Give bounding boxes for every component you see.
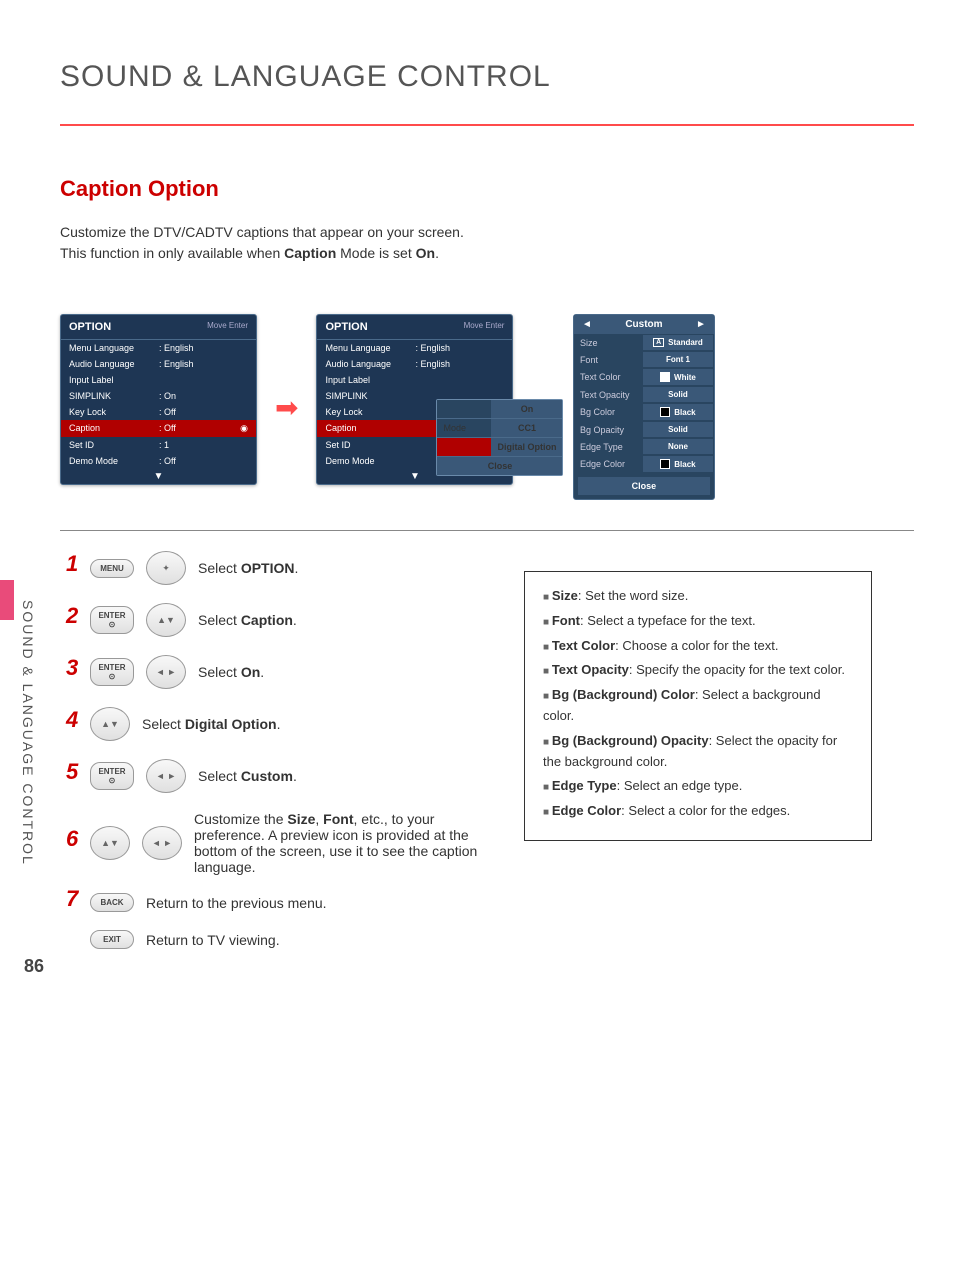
remote-button: ENTER⊙	[90, 762, 134, 790]
remote-button: ENTER⊙	[90, 606, 134, 634]
remote-button: ENTER⊙	[90, 658, 134, 686]
nav-pad-icon: ◄ ►	[146, 655, 186, 689]
nav-pad-icon: ◄ ►	[142, 826, 182, 860]
side-label: SOUND & LANGUAGE CONTROL	[20, 600, 36, 866]
steps-list: 1MENU✦Select OPTION.2ENTER⊙▲▼Select Capt…	[70, 551, 494, 967]
arrow-icon: ➡	[275, 391, 298, 424]
nav-pad-icon: ▲▼	[90, 707, 130, 741]
custom-panel: ◄Custom► SizeAStandardFontFont 1Text Col…	[573, 314, 715, 500]
section-title: Caption Option	[60, 176, 914, 202]
remote-button: BACK	[90, 893, 134, 912]
remote-button: MENU	[90, 559, 134, 578]
divider	[60, 530, 914, 531]
nav-pad-icon: ▲▼	[90, 826, 130, 860]
nav-pad-icon: ✦	[146, 551, 186, 585]
page-number: 86	[24, 956, 44, 977]
nav-pad-icon: ◄ ►	[146, 759, 186, 793]
info-box: Size: Set the word size.Font: Select a t…	[524, 571, 872, 841]
remote-button: EXIT	[90, 930, 134, 949]
osd-screenshots: OPTIONMove Enter Menu Language: EnglishA…	[60, 314, 914, 500]
divider	[60, 124, 914, 126]
side-tab	[0, 580, 14, 620]
osd-panel-1: OPTIONMove Enter Menu Language: EnglishA…	[60, 314, 257, 485]
page-title: SOUND & LANGUAGE CONTROL	[60, 60, 914, 94]
section-description: Customize the DTV/CADTV captions that ap…	[60, 222, 914, 264]
osd-popup: OnModeCC1Digital OptionClose	[436, 399, 563, 476]
nav-pad-icon: ▲▼	[146, 603, 186, 637]
